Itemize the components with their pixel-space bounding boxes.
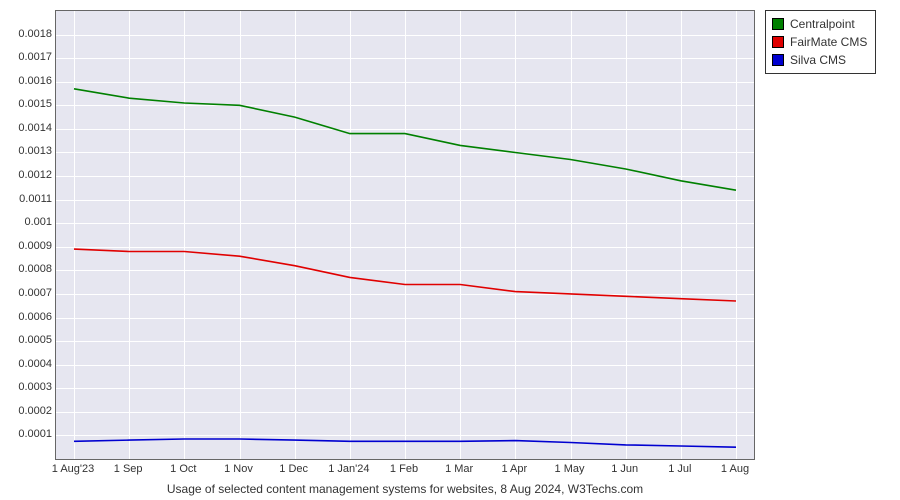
y-tick-label: 0.0006 xyxy=(4,311,52,323)
legend-item: FairMate CMS xyxy=(772,33,867,51)
line-series xyxy=(56,11,754,459)
y-tick-label: 0.0018 xyxy=(4,28,52,40)
x-tick-label: 1 Jan'24 xyxy=(328,463,369,475)
series-silva-cms xyxy=(74,439,736,447)
y-tick-label: 0.0003 xyxy=(4,381,52,393)
y-tick-label: 0.0009 xyxy=(4,240,52,252)
y-tick-label: 0.0001 xyxy=(4,428,52,440)
y-tick-label: 0.0007 xyxy=(4,287,52,299)
y-tick-label: 0.0011 xyxy=(4,193,52,205)
y-tick-label: 0.0016 xyxy=(4,75,52,87)
legend-label: FairMate CMS xyxy=(790,33,867,51)
chart-container: { "caption": "Usage of selected content … xyxy=(0,0,900,500)
legend-swatch xyxy=(772,36,784,48)
x-tick-label: 1 Oct xyxy=(170,463,196,475)
y-tick-label: 0.0008 xyxy=(4,263,52,275)
x-tick-label: 1 Feb xyxy=(390,463,418,475)
legend-label: Centralpoint xyxy=(790,15,855,33)
chart-caption: Usage of selected content management sys… xyxy=(0,482,810,496)
y-tick-label: 0.0014 xyxy=(4,122,52,134)
x-tick-label: 1 Jun xyxy=(611,463,638,475)
x-tick-label: 1 Nov xyxy=(224,463,253,475)
x-tick-label: 1 Aug'23 xyxy=(52,463,94,475)
legend-swatch xyxy=(772,18,784,30)
y-tick-label: 0.0002 xyxy=(4,405,52,417)
legend-item: Silva CMS xyxy=(772,51,867,69)
series-fairmate-cms xyxy=(74,249,736,301)
x-tick-label: 1 Aug xyxy=(721,463,749,475)
plot-area xyxy=(55,10,755,460)
y-tick-label: 0.0013 xyxy=(4,145,52,157)
legend-swatch xyxy=(772,54,784,66)
legend: CentralpointFairMate CMSSilva CMS xyxy=(765,10,876,74)
legend-label: Silva CMS xyxy=(790,51,846,69)
y-tick-label: 0.0017 xyxy=(4,51,52,63)
y-tick-label: 0.0012 xyxy=(4,169,52,181)
x-tick-label: 1 Sep xyxy=(114,463,143,475)
x-tick-label: 1 May xyxy=(555,463,585,475)
x-tick-label: 1 Apr xyxy=(501,463,527,475)
x-tick-label: 1 Jul xyxy=(668,463,691,475)
x-tick-label: 1 Dec xyxy=(279,463,308,475)
y-tick-label: 0.0004 xyxy=(4,358,52,370)
y-tick-label: 0.0005 xyxy=(4,334,52,346)
x-tick-label: 1 Mar xyxy=(445,463,473,475)
series-centralpoint xyxy=(74,89,736,190)
y-tick-label: 0.001 xyxy=(4,216,52,228)
legend-item: Centralpoint xyxy=(772,15,867,33)
y-tick-label: 0.0015 xyxy=(4,98,52,110)
